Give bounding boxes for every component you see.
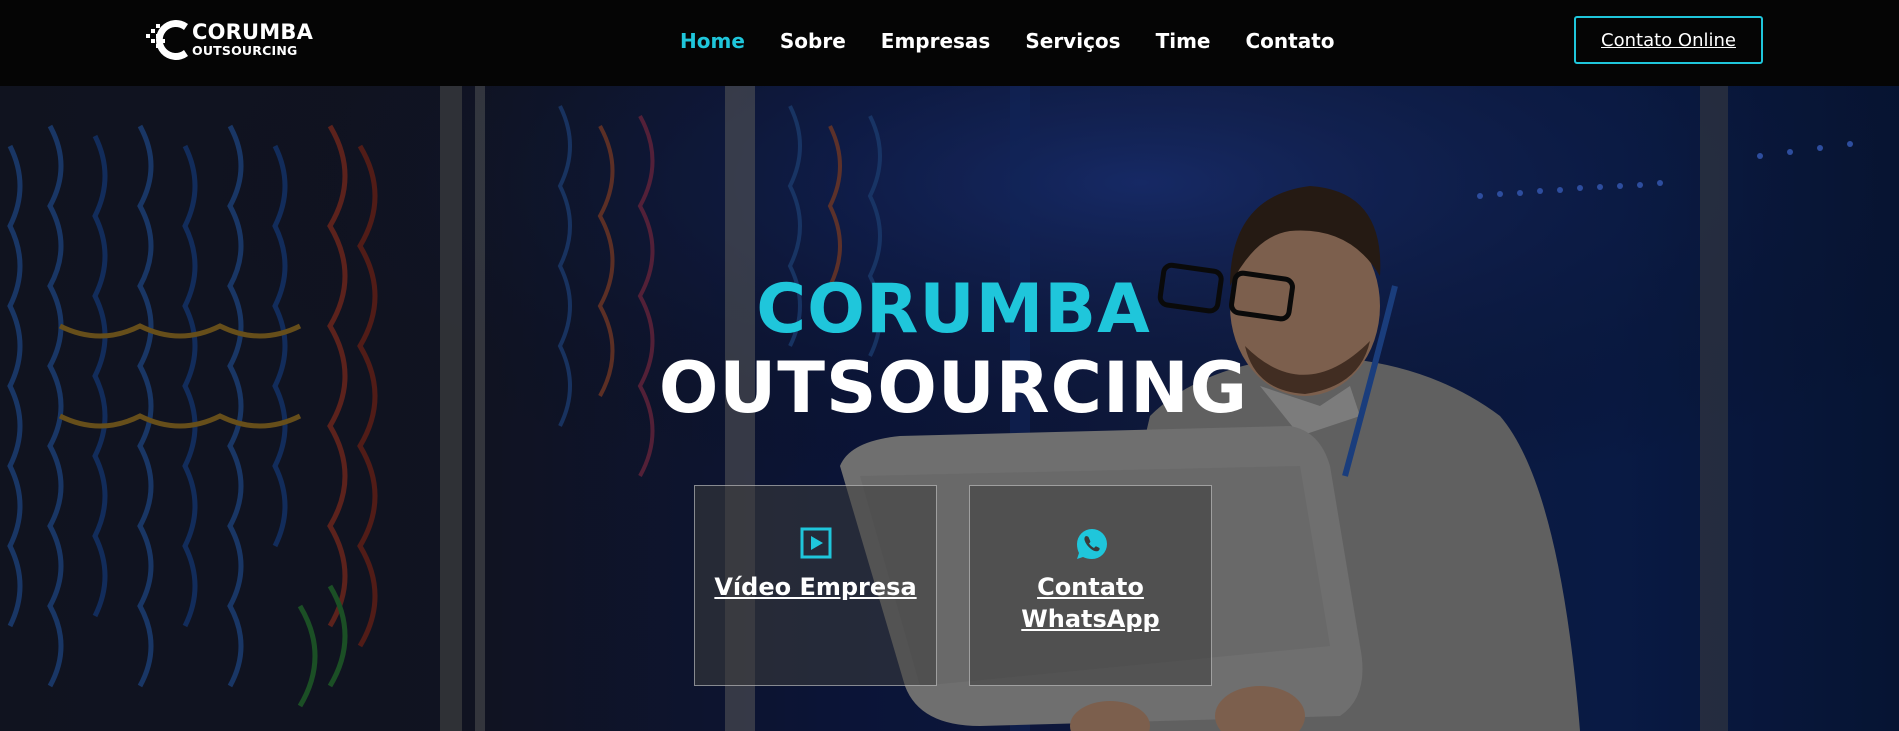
video-empresa-card[interactable]: Vídeo Empresa bbox=[694, 485, 937, 686]
play-square-icon bbox=[800, 527, 832, 559]
site-header: CORUMBA OUTSOURCING Home Sobre Empresas … bbox=[0, 0, 1899, 86]
nav-servicos[interactable]: Serviços bbox=[1025, 26, 1120, 56]
nav-empresas[interactable]: Empresas bbox=[881, 26, 991, 56]
hero-section: CORUMBA OUTSOURCING Vídeo Empresa Contat… bbox=[0, 86, 1899, 731]
hero-title-line2: OUTSOURCING bbox=[658, 347, 1249, 429]
whatsapp-icon bbox=[1075, 527, 1107, 559]
contato-online-button[interactable]: Contato Online bbox=[1574, 16, 1763, 64]
contato-whatsapp-label: Contato WhatsApp bbox=[1021, 573, 1160, 633]
logo-line1: CORUMBA bbox=[192, 20, 314, 45]
hero-title-line1: CORUMBA bbox=[756, 270, 1151, 349]
nav-sobre[interactable]: Sobre bbox=[780, 26, 846, 56]
nav-time[interactable]: Time bbox=[1156, 26, 1211, 56]
video-empresa-label: Vídeo Empresa bbox=[714, 573, 917, 601]
nav-contato[interactable]: Contato bbox=[1245, 26, 1334, 56]
contato-whatsapp-card[interactable]: Contato WhatsApp bbox=[969, 485, 1212, 686]
nav-home[interactable]: Home bbox=[680, 26, 745, 56]
main-nav: Home Sobre Empresas Serviços Time Contat… bbox=[680, 26, 1370, 56]
logo-line2: OUTSOURCING bbox=[192, 43, 298, 59]
page: CORUMBA OUTSOURCING Home Sobre Empresas … bbox=[0, 0, 1899, 731]
logo-text: CORUMBA OUTSOURCING bbox=[192, 22, 313, 58]
logo-c-icon bbox=[144, 14, 202, 66]
logo[interactable]: CORUMBA OUTSOURCING bbox=[144, 14, 324, 66]
